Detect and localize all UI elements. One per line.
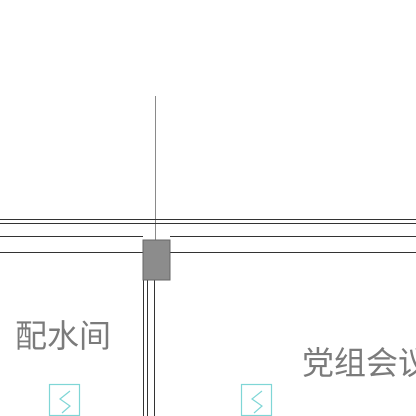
door-swing-icon bbox=[240, 383, 273, 416]
room-label-water-distribution: 配水间 bbox=[15, 317, 112, 355]
structural-column bbox=[142, 239, 171, 281]
door-swing-icon bbox=[48, 383, 81, 416]
vertical-wall bbox=[143, 280, 155, 416]
horizontal-wall bbox=[0, 219, 416, 253]
room-label-party-meeting: 党组会议 bbox=[302, 344, 416, 382]
